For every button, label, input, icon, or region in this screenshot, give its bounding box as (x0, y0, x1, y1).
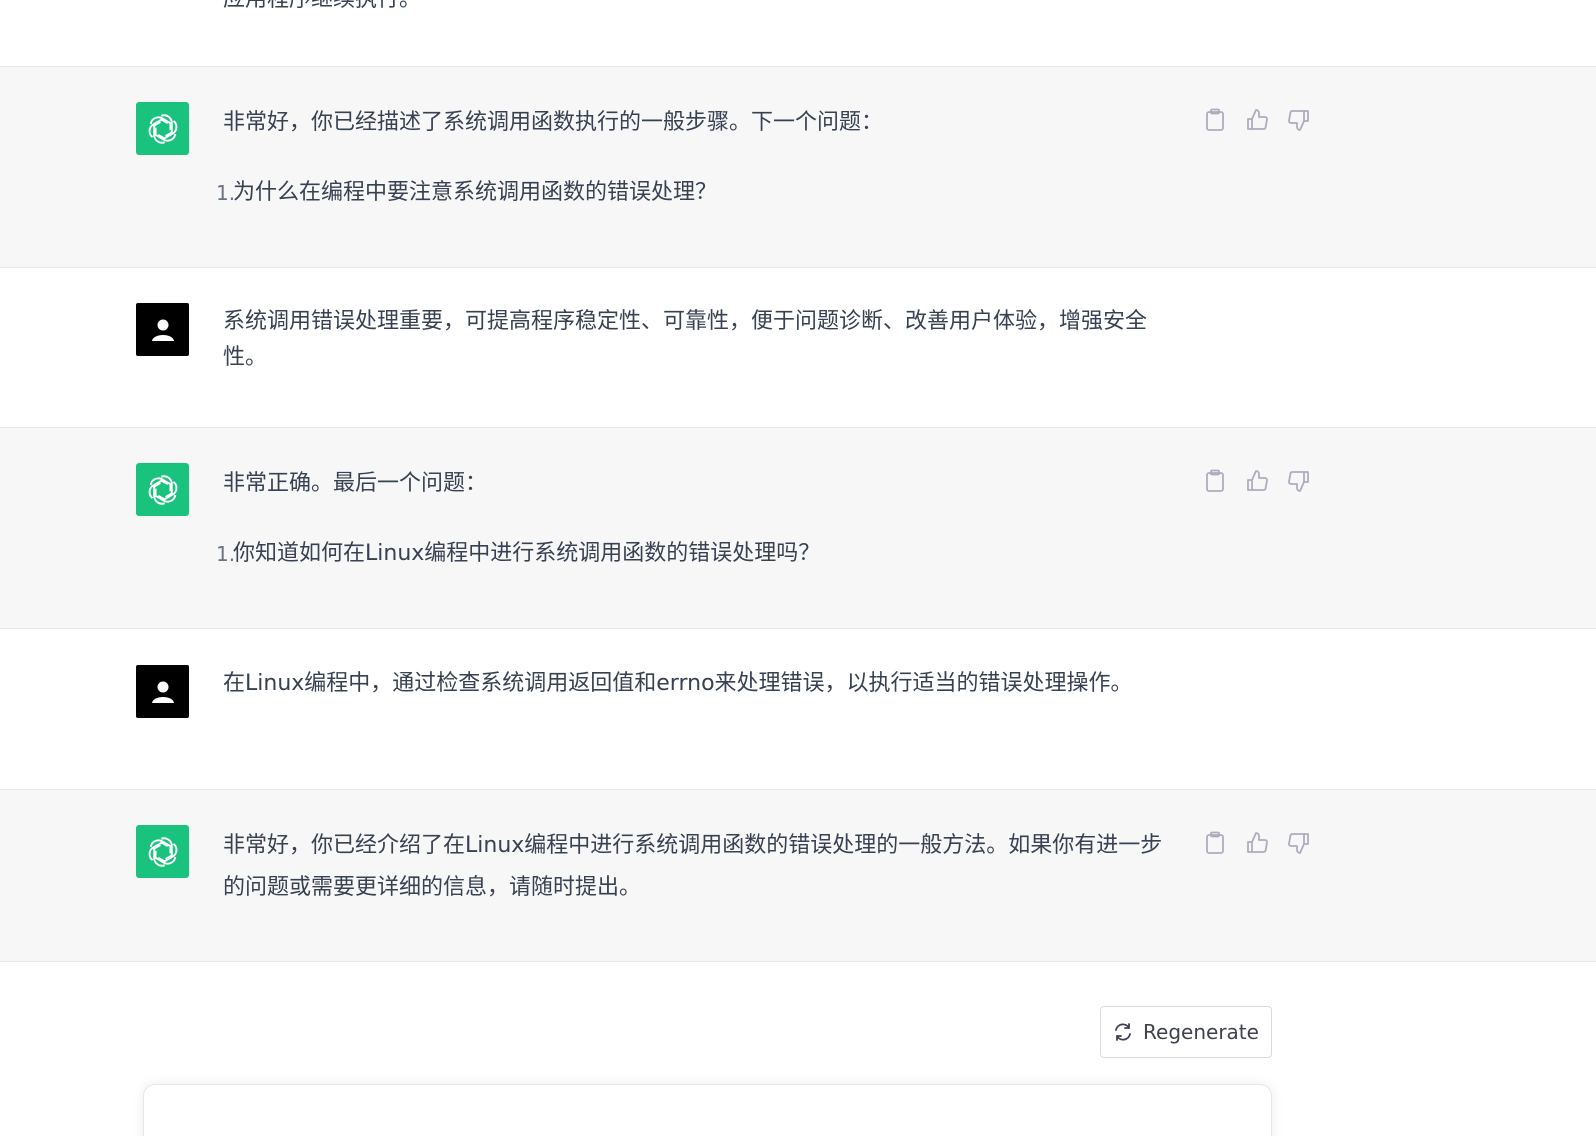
previous-message-fragment: 应用程序继续执行。 (0, 0, 1596, 67)
list-number: 1. (216, 181, 236, 205)
clipboard-icon (1206, 831, 1224, 854)
regenerate-button[interactable]: Regenerate (1100, 1006, 1272, 1058)
chatgpt-avatar-icon (136, 825, 189, 878)
user-message-content: 在Linux编程中，通过检查系统调用返回值和errno来处理错误，以执行适当的错… (223, 666, 1153, 702)
assistant-message-content: 非常好，你已经描述了系统调用函数执行的一般步骤。下一个问题： 1. 为什么在编程… (216, 105, 1183, 211)
assistant-message-intro: 非常好，你已经描述了系统调用函数执行的一般步骤。下一个问题： (223, 110, 884, 135)
user-avatar-icon (136, 303, 189, 356)
assistant-message-text: 非常好，你已经介绍了在Linux编程中进行系统调用函数的错误处理的一般方法。如果… (223, 833, 1163, 900)
thumbs-down-button[interactable] (1286, 107, 1312, 133)
assistant-message-content: 非常好，你已经介绍了在Linux编程中进行系统调用函数的错误处理的一般方法。如果… (223, 825, 1183, 909)
assistant-message: 非常好，你已经介绍了在Linux编程中进行系统调用函数的错误处理的一般方法。如果… (0, 790, 1596, 962)
thumbs-down-icon (1288, 110, 1309, 131)
message-input-box[interactable] (143, 1084, 1272, 1136)
regenerate-label: Regenerate (1143, 1020, 1259, 1044)
message-actions (1202, 830, 1312, 856)
assistant-message-content: 非常正确。最后一个问题： 1. 你知道如何在Linux编程中进行系统调用函数的错… (216, 466, 1183, 572)
thumbs-down-button[interactable] (1286, 830, 1312, 856)
list-item: 1. 你知道如何在Linux编程中进行系统调用函数的错误处理吗？ (216, 536, 1183, 572)
copy-button[interactable] (1202, 468, 1228, 494)
thumbs-up-icon (1247, 832, 1268, 853)
thumbs-down-icon (1288, 471, 1309, 492)
chatgpt-avatar-icon (136, 102, 189, 155)
list-item-text: 为什么在编程中要注意系统调用函数的错误处理？ (233, 180, 718, 205)
user-message-text: 在Linux编程中，通过检查系统调用返回值和errno来处理错误，以执行适当的错… (223, 671, 1133, 696)
thumbs-up-button[interactable] (1244, 830, 1270, 856)
list-item: 1. 为什么在编程中要注意系统调用函数的错误处理？ (216, 175, 1183, 211)
user-message-content: 系统调用错误处理重要，可提高程序稳定性、可靠性，便于问题诊断、改善用户体验，增强… (223, 304, 1173, 376)
thumbs-up-icon (1247, 109, 1268, 130)
clipboard-icon (1206, 469, 1224, 492)
thumbs-down-button[interactable] (1286, 468, 1312, 494)
question-list: 1. 你知道如何在Linux编程中进行系统调用函数的错误处理吗？ (216, 536, 1183, 572)
assistant-message-intro: 非常正确。最后一个问题： (223, 471, 488, 496)
question-list: 1. 为什么在编程中要注意系统调用函数的错误处理？ (216, 175, 1183, 211)
clipboard-icon (1206, 108, 1224, 131)
thumbs-up-button[interactable] (1244, 468, 1270, 494)
message-actions (1202, 107, 1312, 133)
message-actions (1202, 468, 1312, 494)
user-message-text: 系统调用错误处理重要，可提高程序稳定性、可靠性，便于问题诊断、改善用户体验，增强… (223, 309, 1148, 370)
copy-button[interactable] (1202, 830, 1228, 856)
list-number: 1. (216, 542, 236, 566)
user-message: 系统调用错误处理重要，可提高程序稳定性、可靠性，便于问题诊断、改善用户体验，增强… (0, 268, 1596, 428)
refresh-icon (1115, 1023, 1131, 1041)
user-avatar-icon (136, 665, 189, 718)
list-item-text: 你知道如何在Linux编程中进行系统调用函数的错误处理吗？ (233, 541, 821, 566)
copy-button[interactable] (1202, 107, 1228, 133)
thumbs-down-icon (1288, 833, 1309, 854)
assistant-message: 非常正确。最后一个问题： 1. 你知道如何在Linux编程中进行系统调用函数的错… (0, 428, 1596, 629)
assistant-message: 非常好，你已经描述了系统调用函数执行的一般步骤。下一个问题： 1. 为什么在编程… (0, 67, 1596, 268)
chat-page: 应用程序继续执行。 非常好，你已经描述了系统调用函数执行的一般步骤。下一个问题：… (0, 0, 1596, 1136)
thumbs-up-icon (1247, 470, 1268, 491)
chatgpt-avatar-icon (136, 463, 189, 516)
user-message: 在Linux编程中，通过检查系统调用返回值和errno来处理错误，以执行适当的错… (0, 629, 1596, 790)
thumbs-up-button[interactable] (1244, 107, 1270, 133)
previous-message-text: 应用程序继续执行。 (223, 0, 421, 18)
